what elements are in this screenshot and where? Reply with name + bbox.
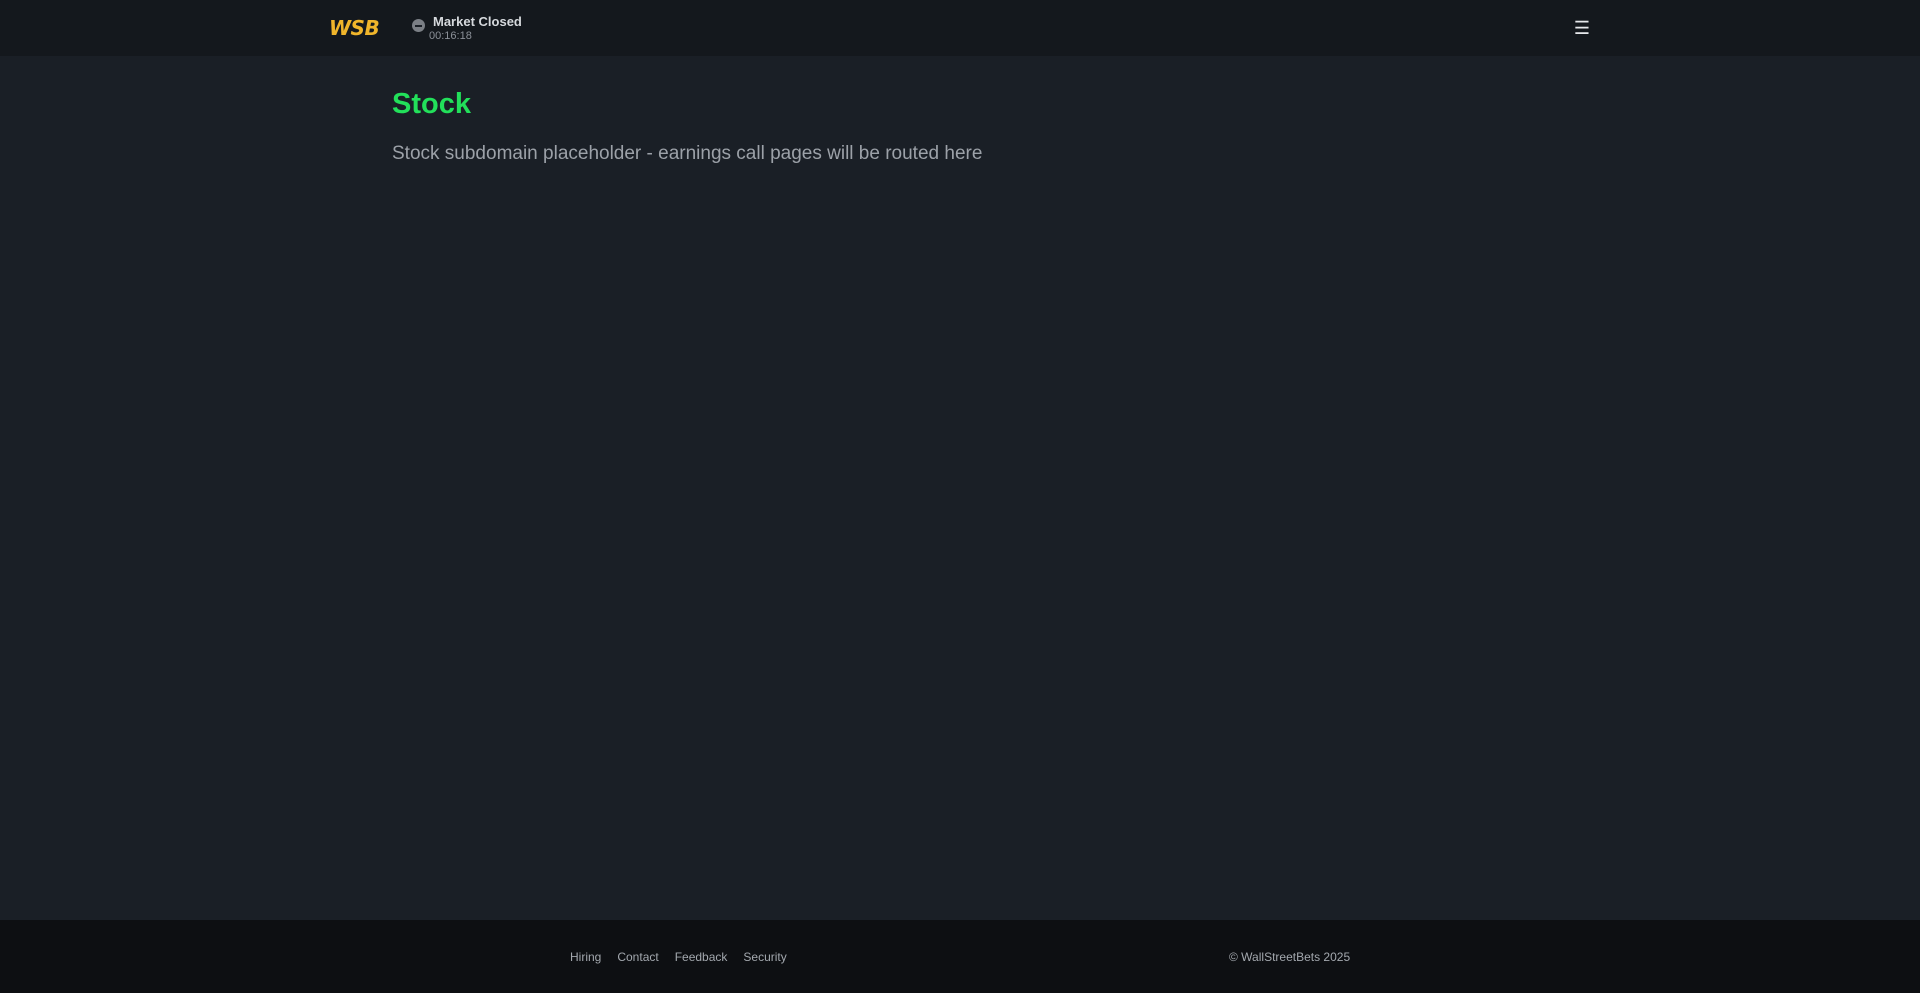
footer-link-hiring[interactable]: Hiring bbox=[570, 950, 601, 964]
page-title: Stock bbox=[392, 88, 471, 120]
market-status-time: 00:16:18 bbox=[429, 30, 472, 42]
hamburger-menu-icon[interactable]: ☰ bbox=[1566, 16, 1598, 40]
site-footer: Hiring Contact Feedback Security © WallS… bbox=[0, 920, 1920, 993]
footer-link-feedback[interactable]: Feedback bbox=[675, 950, 728, 964]
site-header: WSB Market Closed 00:16:18 ☰ bbox=[0, 0, 1920, 56]
footer-link-security[interactable]: Security bbox=[743, 950, 786, 964]
page-subtitle: Stock subdomain placeholder - earnings c… bbox=[392, 143, 983, 164]
market-status-label: Market Closed bbox=[433, 14, 522, 29]
footer-link-contact[interactable]: Contact bbox=[617, 950, 658, 964]
footer-nav: Hiring Contact Feedback Security bbox=[570, 950, 787, 964]
copyright: © WallStreetBets 2025 bbox=[1229, 950, 1351, 964]
wsb-logo[interactable]: WSB bbox=[329, 16, 380, 40]
minus-circle-icon bbox=[412, 19, 425, 32]
main-content: Stock Stock subdomain placeholder - earn… bbox=[0, 56, 1920, 920]
